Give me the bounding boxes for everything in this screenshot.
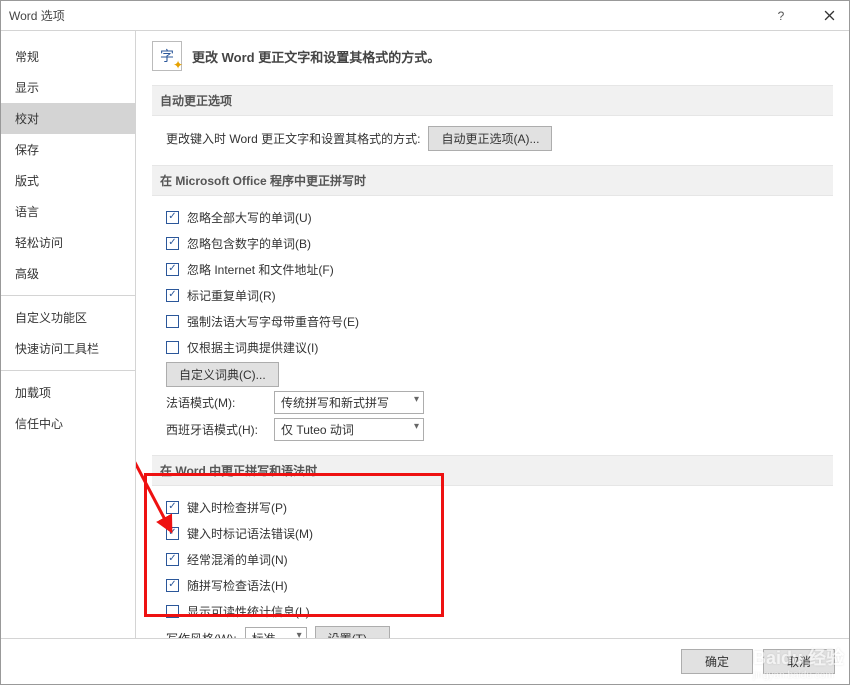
check-label: 强制法语大写字母带重音符号(E) (187, 313, 359, 330)
check-readability[interactable]: 显示可读性统计信息(L) (166, 603, 310, 620)
checkbox-icon (166, 553, 179, 566)
check-grammar-with-spell[interactable]: 随拼写检查语法(H) (166, 577, 288, 594)
section-word-spell-title: 在 Word 中更正拼写和语法时 (152, 455, 833, 486)
titlebar: Word 选项 ? (1, 1, 849, 31)
writing-style-select[interactable]: 标准 (245, 627, 307, 638)
checkbox-icon (166, 579, 179, 592)
check-label: 仅根据主词典提供建议(I) (187, 339, 318, 356)
content-pane: 字✦ 更改 Word 更正文字和设置其格式的方式。 自动更正选项 更改键入时 W… (136, 31, 849, 638)
check-label: 键入时标记语法错误(M) (187, 525, 313, 542)
checkbox-icon (166, 501, 179, 514)
sidebar-item-trust[interactable]: 信任中心 (1, 408, 135, 439)
window-title: Word 选项 (9, 7, 769, 24)
checkbox-icon (166, 315, 179, 328)
check-flag-repeated[interactable]: 标记重复单词(R) (166, 287, 276, 304)
check-label: 键入时检查拼写(P) (187, 499, 287, 516)
checkbox-icon (166, 211, 179, 224)
writing-style-settings-button[interactable]: 设置(T)... (315, 626, 390, 638)
word-options-dialog: Word 选项 ? 常规 显示 校对 保存 版式 语言 轻松访问 高级 自定义功… (0, 0, 850, 685)
check-french-accent[interactable]: 强制法语大写字母带重音符号(E) (166, 313, 359, 330)
check-label: 随拼写检查语法(H) (187, 577, 288, 594)
check-label: 忽略包含数字的单词(B) (187, 235, 311, 252)
section-office-spell-title: 在 Microsoft Office 程序中更正拼写时 (152, 165, 833, 196)
writing-style-label: 写作风格(W): (166, 630, 237, 638)
sidebar-item-addins[interactable]: 加载项 (1, 377, 135, 408)
check-grammar-as-type[interactable]: 键入时标记语法错误(M) (166, 525, 313, 542)
sidebar-item-layout[interactable]: 版式 (1, 165, 135, 196)
sidebar-separator (1, 370, 135, 371)
french-mode-label: 法语模式(M): (166, 394, 266, 411)
check-ignore-internet[interactable]: 忽略 Internet 和文件地址(F) (166, 261, 334, 278)
autocorrect-desc: 更改键入时 Word 更正文字和设置其格式的方式: (166, 130, 420, 147)
french-mode-select[interactable]: 传统拼写和新式拼写 (274, 391, 424, 414)
sidebar-item-advanced[interactable]: 高级 (1, 258, 135, 289)
checkbox-icon (166, 341, 179, 354)
checkbox-icon (166, 289, 179, 302)
check-ignore-numbers[interactable]: 忽略包含数字的单词(B) (166, 235, 311, 252)
sidebar-item-customize-ribbon[interactable]: 自定义功能区 (1, 302, 135, 333)
proofing-icon: 字✦ (152, 41, 182, 71)
sidebar-item-quick-access[interactable]: 快速访问工具栏 (1, 333, 135, 364)
sidebar-item-general[interactable]: 常规 (1, 41, 135, 72)
check-label: 经常混淆的单词(N) (187, 551, 288, 568)
checkbox-icon (166, 263, 179, 276)
check-label: 显示可读性统计信息(L) (187, 603, 310, 620)
ok-button[interactable]: 确定 (681, 649, 753, 674)
check-label: 标记重复单词(R) (187, 287, 276, 304)
check-main-dict-only[interactable]: 仅根据主词典提供建议(I) (166, 339, 318, 356)
check-label: 忽略 Internet 和文件地址(F) (187, 261, 334, 278)
checkbox-icon (166, 527, 179, 540)
checkbox-icon (166, 605, 179, 618)
close-button[interactable] (817, 4, 841, 28)
sidebar-separator (1, 295, 135, 296)
check-confused-words[interactable]: 经常混淆的单词(N) (166, 551, 288, 568)
sidebar-item-save[interactable]: 保存 (1, 134, 135, 165)
sidebar-item-display[interactable]: 显示 (1, 72, 135, 103)
custom-dict-button[interactable]: 自定义词典(C)... (166, 362, 279, 387)
check-spell-as-type[interactable]: 键入时检查拼写(P) (166, 499, 287, 516)
check-label: 忽略全部大写的单词(U) (187, 209, 312, 226)
help-button[interactable]: ? (769, 4, 793, 28)
checkbox-icon (166, 237, 179, 250)
sidebar: 常规 显示 校对 保存 版式 语言 轻松访问 高级 自定义功能区 快速访问工具栏… (1, 31, 136, 638)
autocorrect-options-button[interactable]: 自动更正选项(A)... (428, 126, 552, 151)
spanish-mode-select[interactable]: 仅 Tuteo 动词 (274, 418, 424, 441)
page-title: 更改 Word 更正文字和设置其格式的方式。 (192, 47, 440, 66)
sidebar-item-ease[interactable]: 轻松访问 (1, 227, 135, 258)
section-autocorrect-title: 自动更正选项 (152, 85, 833, 116)
cancel-button[interactable]: 取消 (763, 649, 835, 674)
spanish-mode-label: 西班牙语模式(H): (166, 421, 266, 438)
check-ignore-uppercase[interactable]: 忽略全部大写的单词(U) (166, 209, 312, 226)
sidebar-item-language[interactable]: 语言 (1, 196, 135, 227)
sidebar-item-proofing[interactable]: 校对 (1, 103, 135, 134)
dialog-button-bar: 确定 取消 Baidu 经验 jingyan.baidu.com (1, 638, 849, 684)
